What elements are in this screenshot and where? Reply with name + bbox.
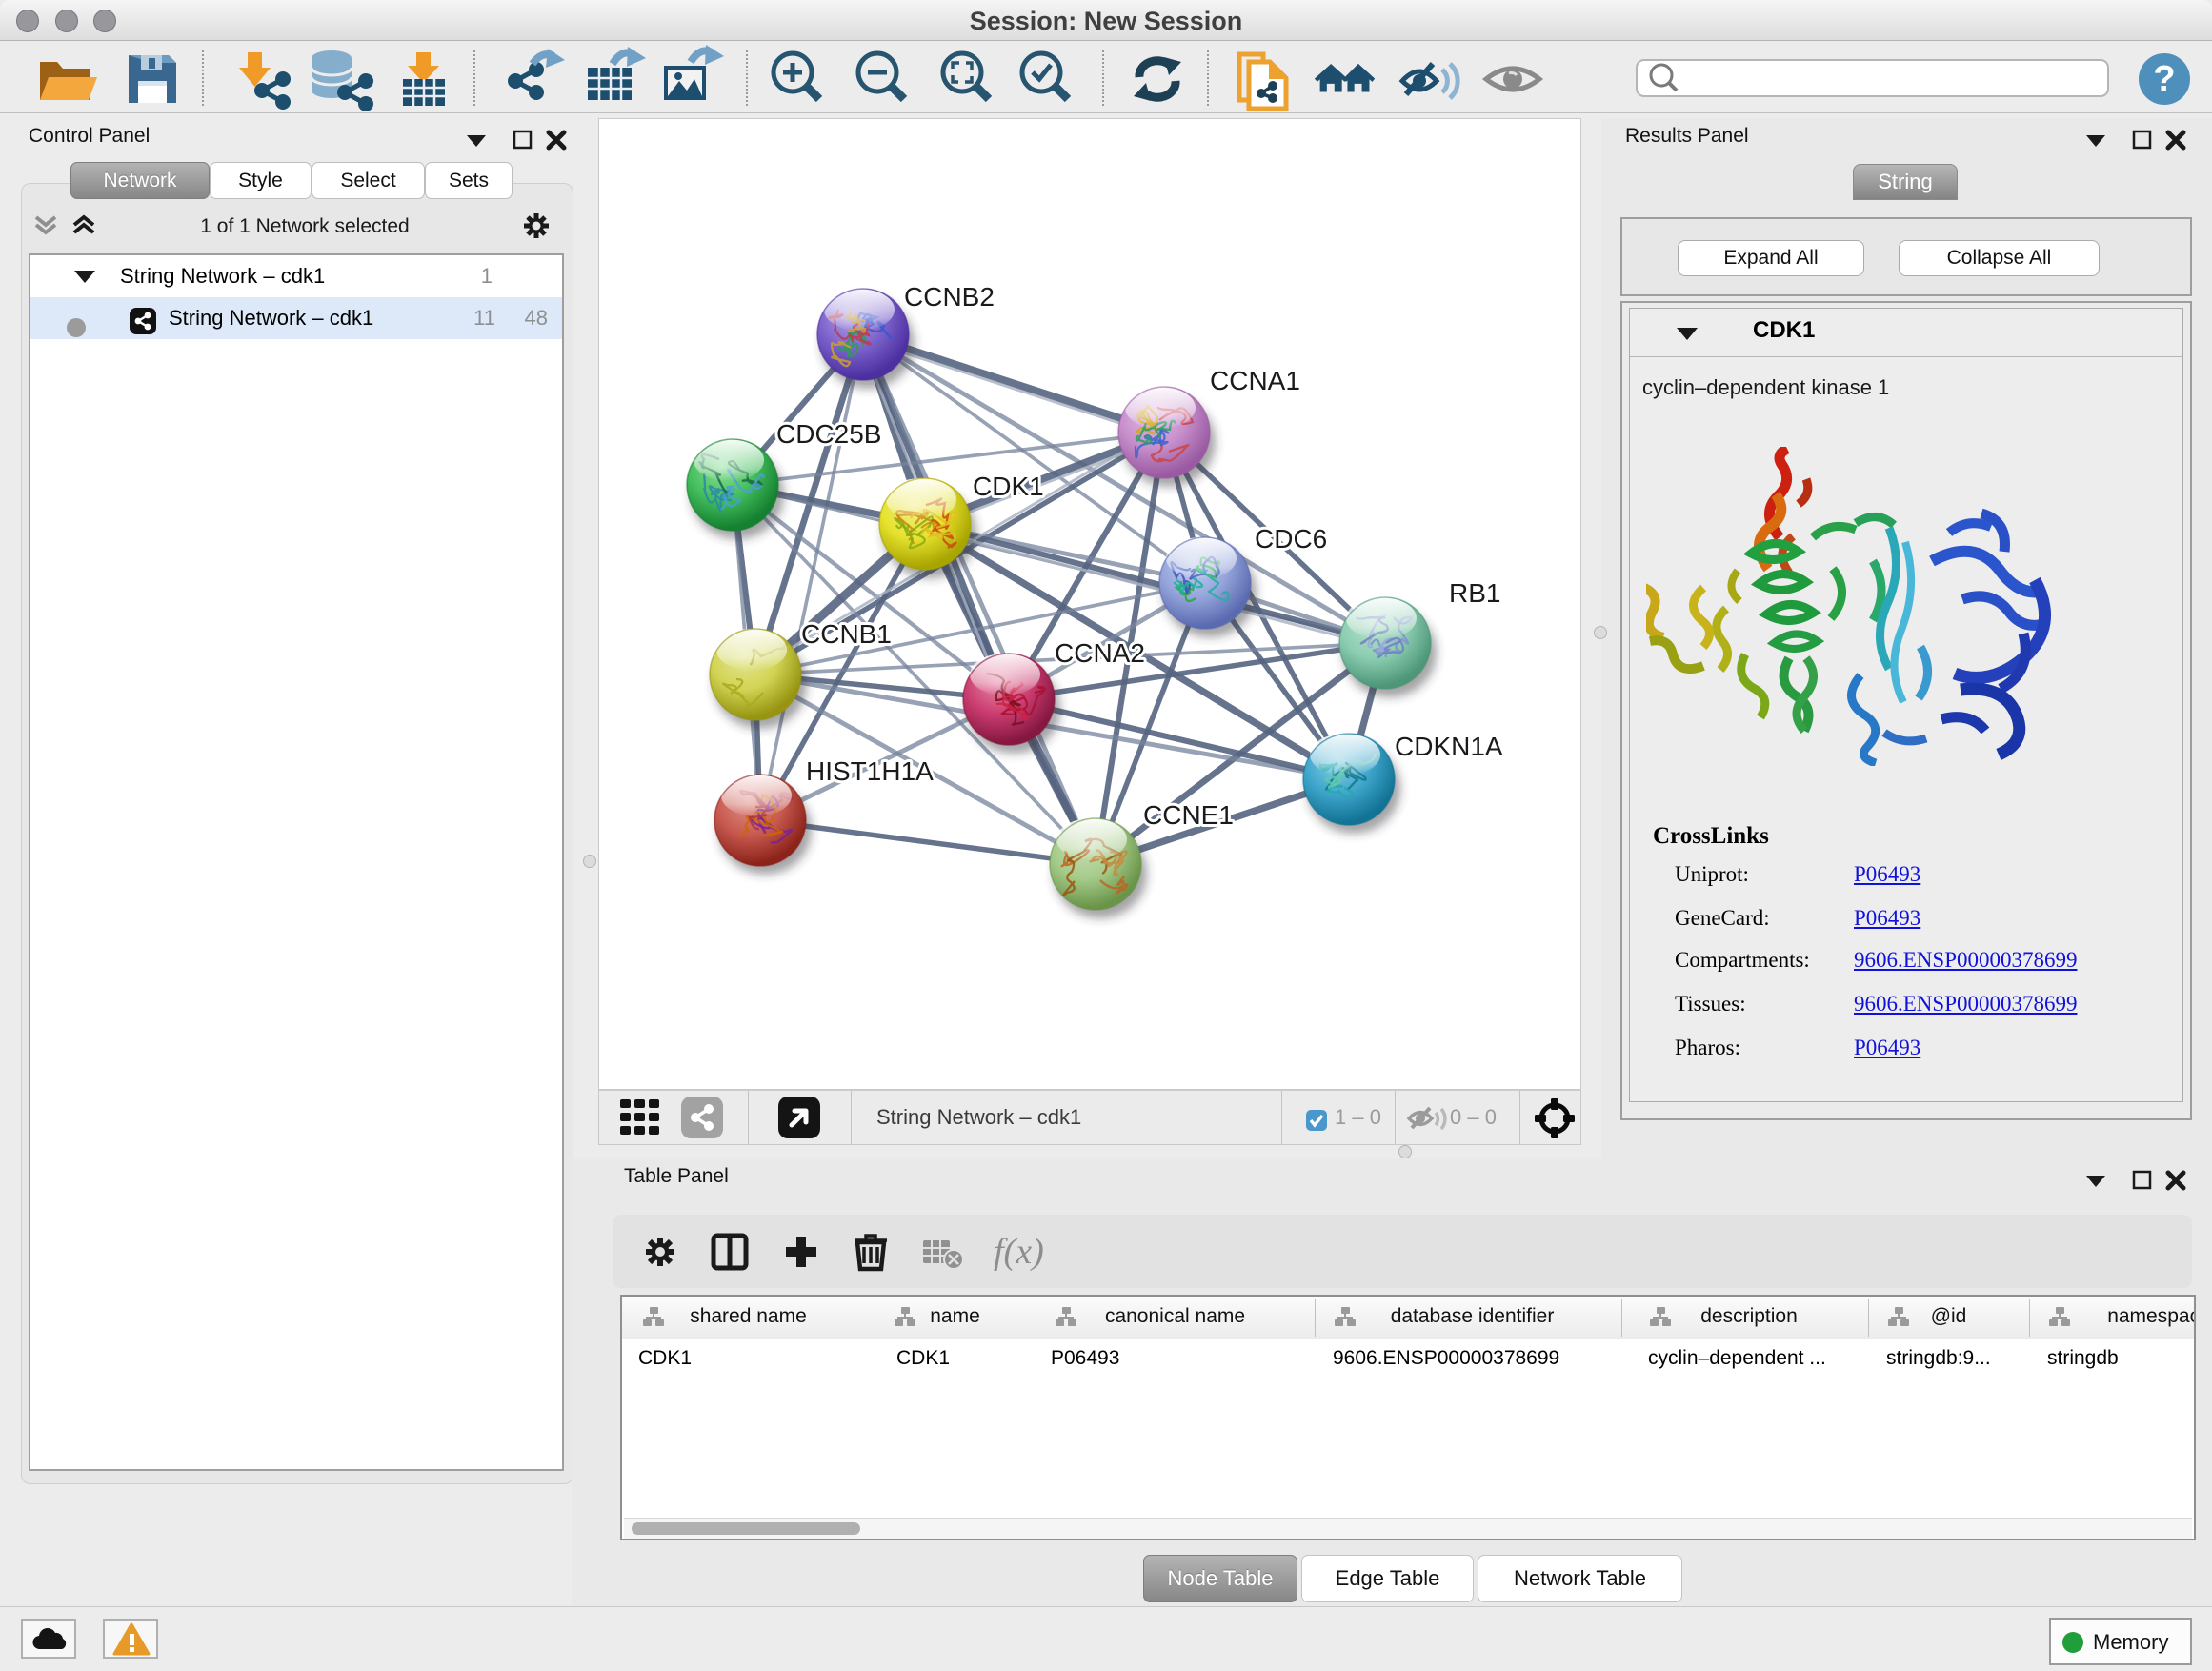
svg-text:CDK1: CDK1	[973, 472, 1044, 501]
svg-text:CDC6: CDC6	[1255, 524, 1327, 554]
svg-text:CCNA2: CCNA2	[1055, 638, 1145, 668]
svg-text:CCNE1: CCNE1	[1143, 800, 1234, 830]
svg-text:f(x): f(x)	[994, 1232, 1044, 1272]
svg-text:CCNA1: CCNA1	[1210, 366, 1300, 395]
svg-text:CDKN1A: CDKN1A	[1395, 732, 1503, 761]
svg-text:RB1: RB1	[1449, 578, 1500, 608]
svg-text:?: ?	[2153, 59, 2175, 99]
svg-text:HIST1H1A: HIST1H1A	[806, 756, 934, 786]
svg-text:CCNB1: CCNB1	[801, 619, 892, 649]
svg-text:CDC25B: CDC25B	[776, 419, 881, 449]
svg-text:CCNB2: CCNB2	[904, 282, 995, 312]
